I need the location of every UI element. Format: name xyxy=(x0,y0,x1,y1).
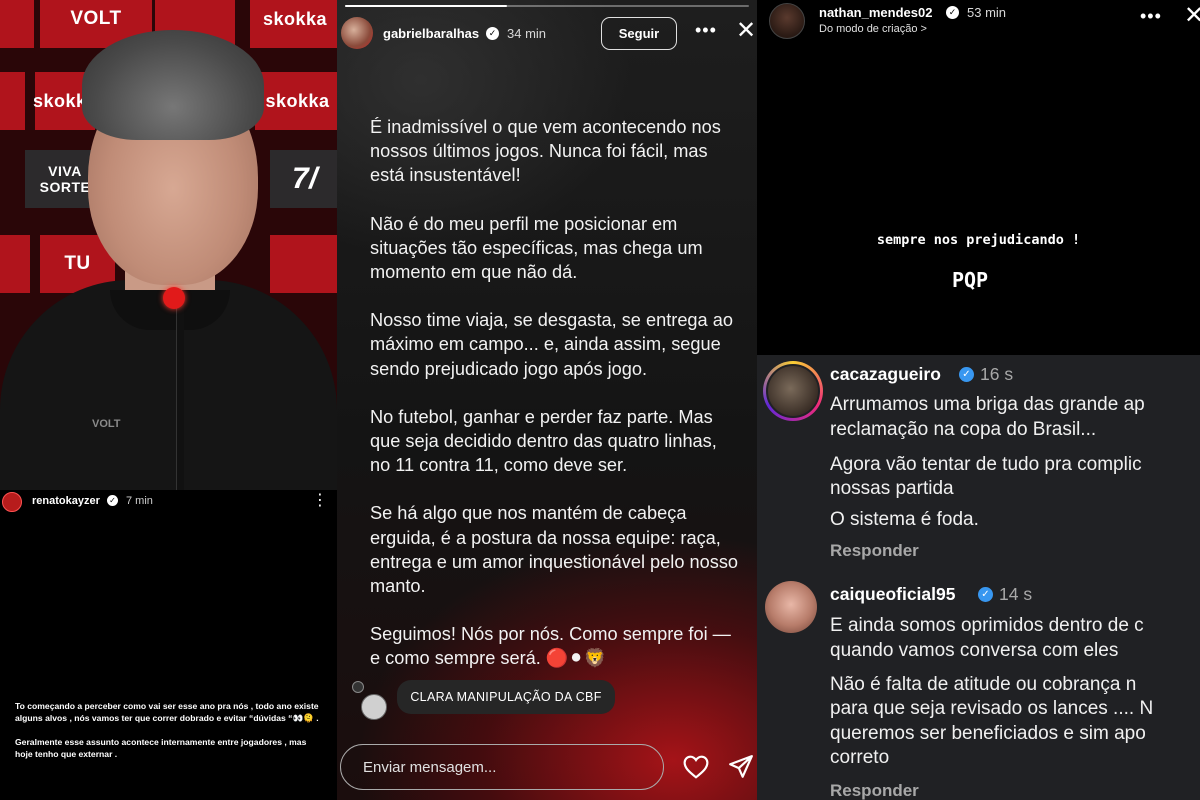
story-time: 7 min xyxy=(126,495,153,507)
reply-button[interactable]: Responder xyxy=(830,541,919,561)
backdrop-logo: 7/ xyxy=(270,150,337,208)
story-nathan-mendes02: nathan_mendes02 ✓ 53 min Do modo de cria… xyxy=(757,0,1200,355)
comment-username[interactable]: cacazagueiro xyxy=(830,364,941,385)
story-paragraph: Geralmente esse assunto acontece interna… xyxy=(15,737,307,759)
shirt-brand: VOLT xyxy=(92,418,121,430)
microphone-stem xyxy=(176,295,184,490)
backdrop-logo-skokka: skokka xyxy=(250,0,337,48)
verified-icon: ✓ xyxy=(959,367,974,382)
backdrop-logo: X xyxy=(0,0,34,48)
more-options-icon[interactable]: ••• xyxy=(695,20,717,41)
comment-line: para que seja revisado os lances .... N xyxy=(830,698,1154,719)
backdrop-logo-skokka: skokka xyxy=(255,72,337,130)
story-gabrielbaralhas: gabrielbaralhas ✓ 34 min Seguir ••• ✕ É … xyxy=(337,0,757,800)
comments-list: cacazagueiro ✓ 16 s Arrumamos uma briga … xyxy=(757,355,1200,800)
backdrop-logo-ska: ska xyxy=(0,72,25,130)
backdrop-logo xyxy=(0,235,30,293)
heart-icon[interactable] xyxy=(683,755,709,779)
send-icon[interactable] xyxy=(728,754,754,780)
story-text: É inadmissível o que vem acontecendo nos… xyxy=(370,115,740,695)
comment-line: O sistema é foda. xyxy=(830,509,979,530)
story-paragraph: No futebol, ganhar e perder faz parte. M… xyxy=(370,406,717,476)
coach-hair xyxy=(82,30,264,140)
more-options-icon[interactable]: ⋮ xyxy=(312,490,328,510)
microphone-icon xyxy=(163,287,185,309)
more-options-icon[interactable]: ••• xyxy=(1140,6,1162,27)
story-text-line: sempre nos prejudicando ! xyxy=(876,232,1081,248)
avatar xyxy=(361,694,387,720)
story-reply: CLARA MANIPULAÇÃO DA CBF xyxy=(349,678,709,720)
comment-time: 16 s xyxy=(980,364,1014,384)
reply-button[interactable]: Responder xyxy=(830,781,919,800)
story-time: 53 min xyxy=(967,5,1007,20)
comment-time: 14 s xyxy=(999,584,1033,604)
message-input[interactable] xyxy=(340,744,664,790)
close-icon[interactable]: ✕ xyxy=(1184,4,1200,28)
story-paragraph: Não é do meu perfil me posicionar em sit… xyxy=(370,213,703,283)
story-subtitle-link[interactable]: Do modo de criação > xyxy=(819,23,927,35)
comment-line: quando vamos conversa com eles xyxy=(830,640,1119,661)
story-paragraph: To começando a perceber como vai ser ess… xyxy=(15,701,319,723)
verified-icon: ✓ xyxy=(978,587,993,602)
story-paragraph: Nosso time viaja, se desgasta, se entreg… xyxy=(370,310,733,379)
story-time: 34 min xyxy=(507,26,547,41)
verified-icon: ✓ xyxy=(107,495,118,506)
verified-icon: ✓ xyxy=(486,27,499,40)
avatar[interactable] xyxy=(765,581,817,633)
comment-line: Agora vão tentar de tudo pra complic xyxy=(830,454,1142,475)
story-text-line: PQP xyxy=(951,268,989,292)
comment-username[interactable]: caiqueoficial95 xyxy=(830,584,955,605)
avatar[interactable] xyxy=(763,361,823,421)
avatar[interactable] xyxy=(341,17,373,49)
reply-bubble: CLARA MANIPULAÇÃO DA CBF xyxy=(397,680,615,714)
verified-icon: ✓ xyxy=(946,6,959,19)
story-username[interactable]: gabrielbaralhas xyxy=(383,26,479,41)
story-progress-fill xyxy=(345,5,507,7)
comment-line: Arrumamos uma briga das grande ap xyxy=(830,394,1145,415)
comment-line: nossas partida xyxy=(830,478,954,499)
comment-line: E ainda somos oprimidos dentro de c xyxy=(830,615,1144,636)
backdrop-logo xyxy=(270,235,337,293)
story-username[interactable]: renatokayzer xyxy=(32,495,100,507)
story-progress-bar xyxy=(345,5,749,7)
comment-line: reclamação na copa do Brasil... xyxy=(830,419,1097,440)
close-icon[interactable]: ✕ xyxy=(736,19,756,43)
story-paragraph: Se há algo que nos mantém de cabeça ergu… xyxy=(370,503,739,597)
story-paragraph: Seguimos! Nós por nós. Como sempre foi —… xyxy=(370,624,731,669)
comment-line: Não é falta de atitude ou cobrança n xyxy=(830,674,1137,695)
story-username[interactable]: nathan_mendes02 xyxy=(819,5,932,20)
avatar[interactable] xyxy=(2,492,22,512)
follow-button[interactable]: Seguir xyxy=(601,17,677,50)
story-text: To começando a perceber como vai ser ess… xyxy=(15,700,320,772)
story-renatokayzer: renatokayzer ✓ 7 min ⋮ To começando a pe… xyxy=(0,490,330,800)
comment-line: correto xyxy=(830,747,890,768)
avatar xyxy=(352,681,364,693)
press-conference-photo: X VOLT skokka ska skokka skokka VIVA SOR… xyxy=(0,0,337,490)
story-paragraph: É inadmissível o que vem acontecendo nos… xyxy=(370,117,721,186)
avatar[interactable] xyxy=(769,3,805,39)
comment-line: queremos ser beneficiados e sim apo xyxy=(830,723,1146,744)
